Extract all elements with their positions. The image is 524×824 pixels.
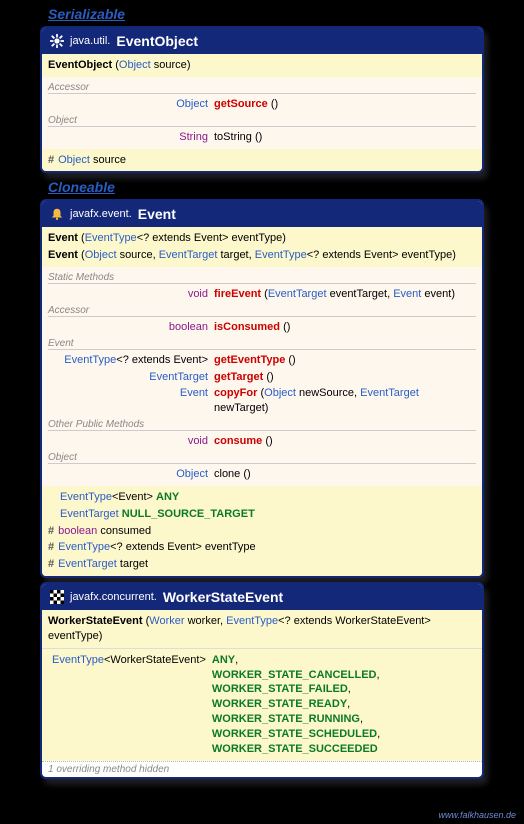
group-title: Object (48, 452, 476, 464)
constructors-section: WorkerStateEvent (Worker worker, EventTy… (42, 610, 482, 648)
protected-marker: # (48, 153, 58, 168)
fields-section: EventType<Event> ANY EventTarget NULL_SO… (42, 486, 482, 576)
method-row: Object clone () (48, 466, 476, 483)
class-name: Event (138, 206, 176, 222)
method-row: boolean isConsumed () (48, 319, 476, 336)
protected-marker: # (48, 524, 58, 539)
method-row: Event copyFor (Object newSource, EventTa… (48, 385, 476, 417)
checkered-icon (50, 590, 64, 604)
group-title: Static Methods (48, 272, 476, 284)
constructor-row: Event (EventType<? extends Event> eventT… (48, 230, 476, 247)
const-row: EventType<WorkerStateEvent> ANY, WORKER_… (48, 652, 476, 758)
method-row: String toString () (48, 129, 476, 146)
class-card-eventobject: java.util. EventObject EventObject (Objec… (40, 26, 484, 173)
method-row: EventType<? extends Event> getEventType … (48, 352, 476, 369)
constructors-section: EventObject (Object source) (42, 54, 482, 77)
overriding-note: 1 overriding method hidden (42, 761, 482, 777)
watermark: www.falkhausen.de (438, 810, 516, 820)
card-header: java.util. EventObject (42, 28, 482, 54)
class-card-event: javafx.event. Event Event (EventType<? ex… (40, 199, 484, 578)
class-name: EventObject (116, 33, 198, 49)
group-title: Object (48, 115, 476, 127)
class-card-workerstateevent: javafx.concurrent. WorkerStateEvent Worke… (40, 582, 484, 779)
fields-section: # Object source (42, 149, 482, 172)
protected-marker: # (48, 540, 58, 555)
const-row: EventType<Event> ANY (48, 489, 476, 506)
field-row: # EventTarget target (48, 556, 476, 573)
package-name: java.util. (70, 35, 110, 47)
group-title: Accessor (48, 82, 476, 94)
package-name: javafx.event. (70, 208, 132, 220)
method-row: Object getSource () (48, 96, 476, 113)
group-title: Other Public Methods (48, 419, 476, 431)
constructor-row: WorkerStateEvent (Worker worker, EventTy… (48, 613, 476, 645)
method-row: EventTarget getTarget () (48, 369, 476, 386)
constants-section: EventType<WorkerStateEvent> ANY, WORKER_… (42, 648, 482, 761)
field-row: # Object source (48, 152, 476, 169)
protected-marker: # (48, 557, 58, 572)
method-row: void fireEvent (EventTarget eventTarget,… (48, 286, 476, 303)
method-row: void consume () (48, 433, 476, 450)
constructors-section: Event (EventType<? extends Event> eventT… (42, 227, 482, 267)
gear-icon (50, 34, 64, 48)
methods-section: Static Methods void fireEvent (EventTarg… (42, 267, 482, 486)
group-title: Accessor (48, 305, 476, 317)
interface-label-serializable: Serializable (48, 6, 524, 22)
field-row: # EventType<? extends Event> eventType (48, 539, 476, 556)
package-name: javafx.concurrent. (70, 591, 157, 603)
field-row: # boolean consumed (48, 523, 476, 540)
card-header: javafx.concurrent. WorkerStateEvent (42, 584, 482, 610)
interface-label-cloneable: Cloneable (48, 179, 524, 195)
group-title: Event (48, 338, 476, 350)
constructor-row: EventObject (Object source) (48, 57, 476, 74)
bell-icon (50, 207, 64, 221)
constructor-row: Event (Object source, EventTarget target… (48, 247, 476, 264)
card-header: javafx.event. Event (42, 201, 482, 227)
class-name: WorkerStateEvent (163, 589, 283, 605)
methods-section: Accessor Object getSource () Object Stri… (42, 77, 482, 149)
const-row: EventTarget NULL_SOURCE_TARGET (48, 506, 476, 523)
